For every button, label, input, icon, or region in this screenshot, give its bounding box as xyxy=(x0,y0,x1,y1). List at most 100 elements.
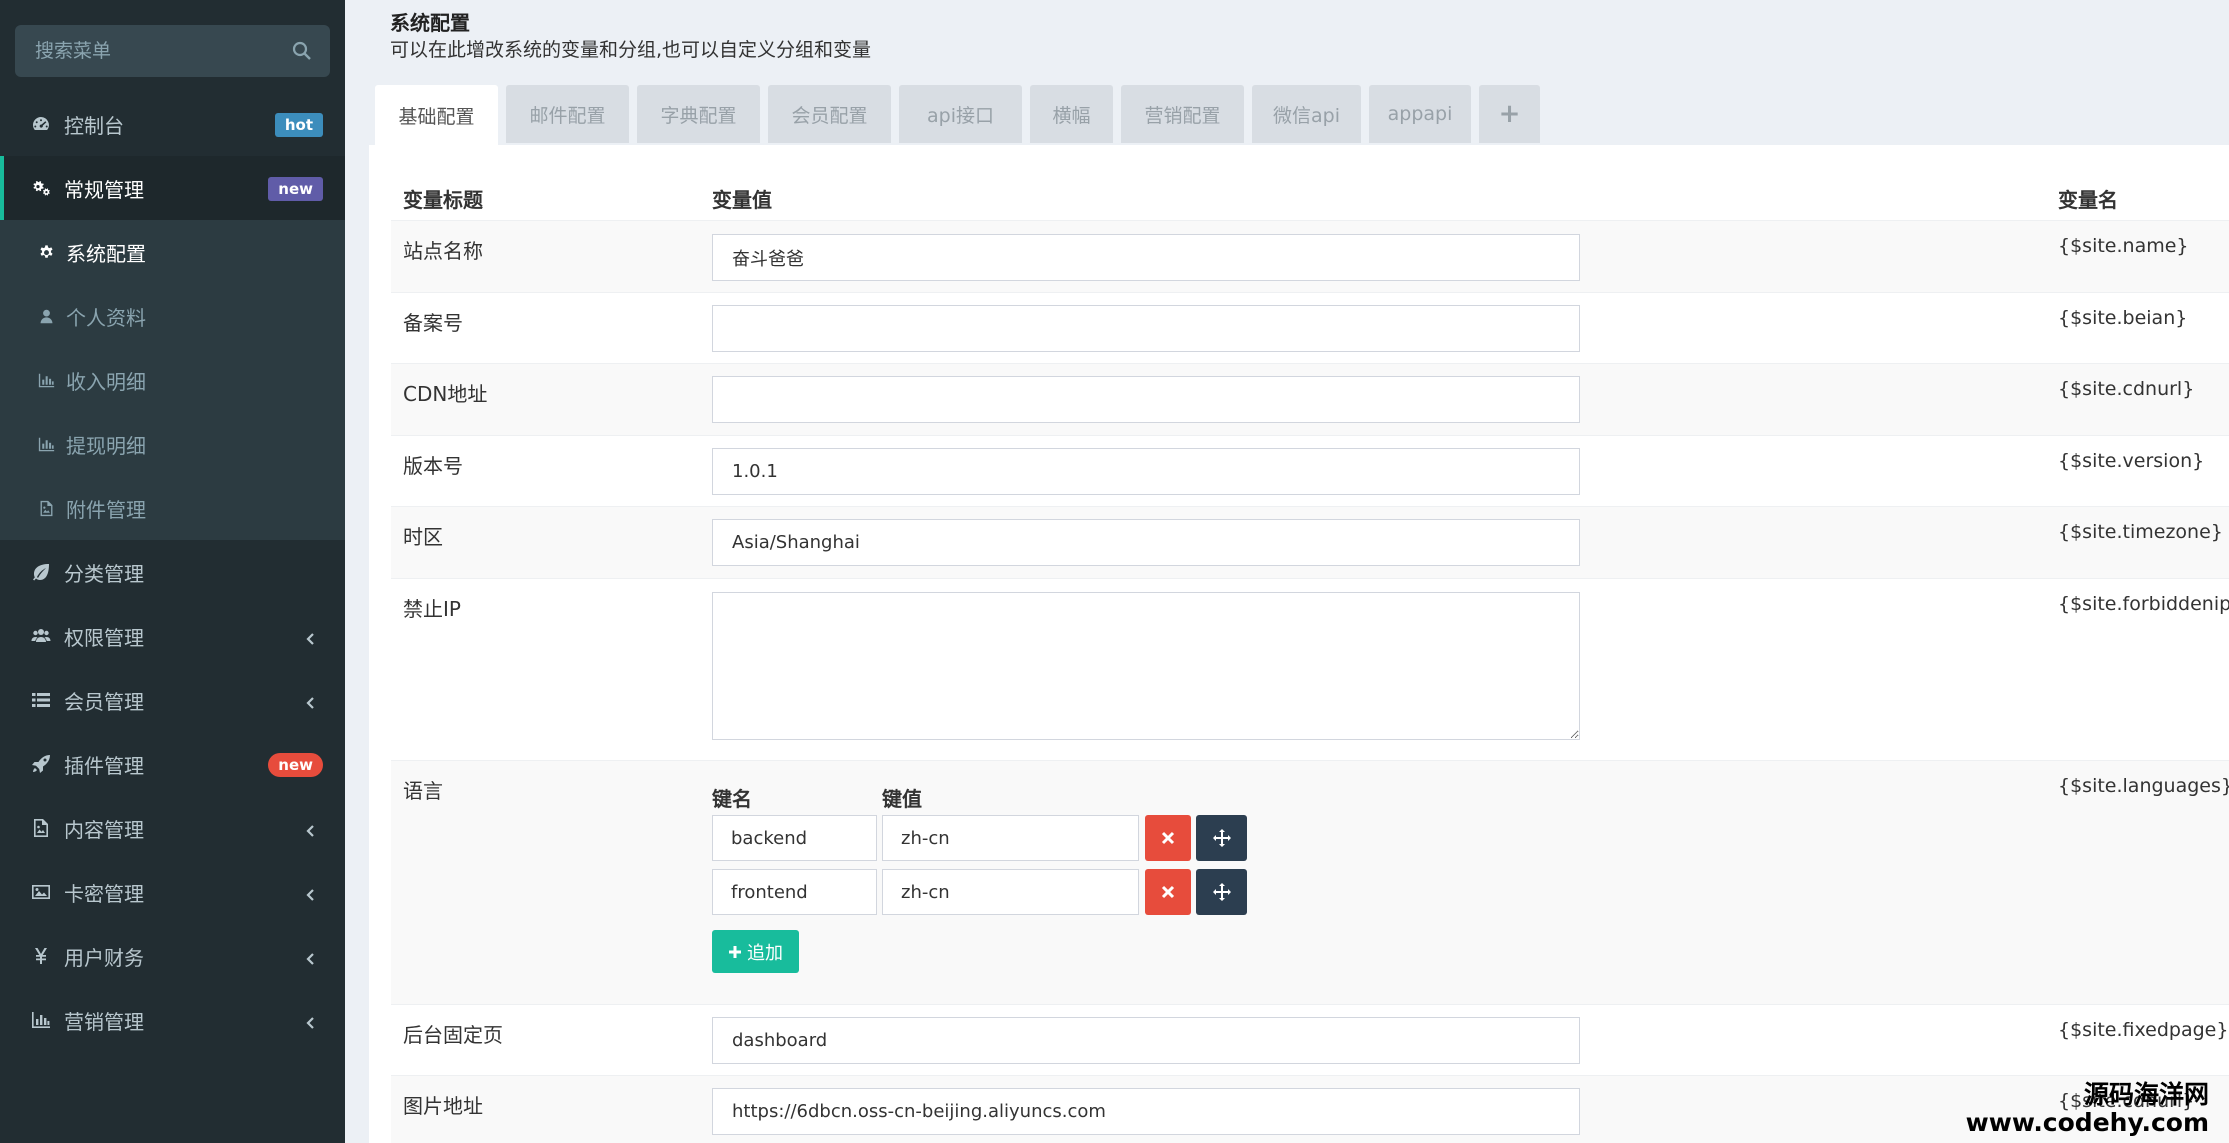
language-value-input[interactable] xyxy=(882,869,1139,915)
users-icon xyxy=(30,625,52,647)
column-header-name: 变量名 xyxy=(2058,188,2118,212)
sidebar-subitem-label: 附件管理 xyxy=(66,497,146,522)
table-row: 时区 {$site.timezone} xyxy=(391,506,2229,578)
search-icon[interactable] xyxy=(292,41,312,61)
forbidden-ip-textarea[interactable] xyxy=(712,592,1580,740)
cdn-url-input[interactable] xyxy=(712,376,1580,423)
config-panel: 基础配置 邮件配置 字典配置 会员配置 api接口 横幅 营销配置 微信api … xyxy=(369,85,2229,1143)
timezone-input[interactable] xyxy=(712,519,1580,566)
sidebar-item-category[interactable]: 分类管理 xyxy=(0,540,345,604)
chevron-left-icon xyxy=(305,628,317,645)
tab-appapi[interactable]: appapi xyxy=(1369,85,1471,143)
config-table: 变量标题 变量值 变量名 站点名称 {$site.name} 备案号 {$sit… xyxy=(391,170,2229,1143)
close-icon xyxy=(1161,885,1175,899)
add-tab-button[interactable]: + xyxy=(1479,85,1540,143)
delete-pair-button[interactable] xyxy=(1145,815,1191,861)
language-value-input[interactable] xyxy=(882,815,1139,861)
sidebar-subitem-label: 收入明细 xyxy=(66,369,146,394)
cogs-icon xyxy=(30,177,52,199)
chevron-left-icon xyxy=(305,884,317,901)
sidebar-subitem-label: 系统配置 xyxy=(66,241,146,266)
language-key-input[interactable] xyxy=(712,815,877,861)
tab-bar: 基础配置 邮件配置 字典配置 会员配置 api接口 横幅 营销配置 微信api … xyxy=(369,85,2229,145)
sidebar-subitem-withdraw[interactable]: 提现明细 xyxy=(0,412,345,476)
tab-basic[interactable]: 基础配置 xyxy=(375,85,498,145)
sidebar-item-content[interactable]: 内容管理 xyxy=(0,796,345,860)
row-label: 语言 xyxy=(403,779,443,803)
sidebar-item-cards[interactable]: 卡密管理 xyxy=(0,860,345,924)
append-pair-button[interactable]: 追加 xyxy=(712,930,799,973)
sidebar-item-general[interactable]: 常规管理 new xyxy=(0,156,345,220)
language-key-input[interactable] xyxy=(712,869,877,915)
sidebar-item-plugins[interactable]: 插件管理 new xyxy=(0,732,345,796)
sidebar-subitem-system-config[interactable]: 系统配置 xyxy=(0,220,345,284)
value-column-header: 键值 xyxy=(882,787,922,811)
tab-email[interactable]: 邮件配置 xyxy=(506,85,629,143)
append-label: 追加 xyxy=(747,942,783,964)
tab-api[interactable]: api接口 xyxy=(899,85,1022,143)
column-header-value: 变量值 xyxy=(712,188,772,212)
variable-name: {$site.cdnurl} xyxy=(2058,378,2195,400)
bar-chart-icon xyxy=(30,1009,52,1031)
delete-pair-button[interactable] xyxy=(1145,869,1191,915)
gear-icon xyxy=(36,242,56,262)
sidebar-subitem-attachments[interactable]: 附件管理 xyxy=(0,476,345,540)
close-icon xyxy=(1161,831,1175,845)
row-label: 后台固定页 xyxy=(403,1023,503,1047)
tab-wechat-api[interactable]: 微信api xyxy=(1252,85,1361,143)
sidebar-search xyxy=(15,25,330,77)
sidebar-item-dashboard[interactable]: 控制台 hot xyxy=(0,92,345,156)
tab-dictionary[interactable]: 字典配置 xyxy=(637,85,760,143)
table-row: 语言 键名 键值 backend zh-cn frontend zh-cn 追加… xyxy=(391,760,2229,1004)
sidebar-item-marketing[interactable]: 营销管理 xyxy=(0,988,345,1052)
variable-name: {$site.version} xyxy=(2058,450,2205,472)
column-header-title: 变量标题 xyxy=(403,188,483,212)
search-input[interactable] xyxy=(15,25,285,77)
file-image-icon xyxy=(36,498,56,518)
image-icon xyxy=(30,881,52,903)
sidebar-item-finance[interactable]: 用户财务 xyxy=(0,924,345,988)
bar-chart-icon xyxy=(36,434,56,454)
sidebar: 控制台 hot 常规管理 new 系统配置 个人资料 收入明细 xyxy=(0,0,345,1143)
sidebar-item-members[interactable]: 会员管理 xyxy=(0,668,345,732)
table-header: 变量标题 变量值 变量名 xyxy=(391,170,2229,220)
row-label: CDN地址 xyxy=(403,382,488,406)
tab-member[interactable]: 会员配置 xyxy=(768,85,891,143)
row-label: 时区 xyxy=(403,525,443,549)
row-label: 备案号 xyxy=(403,311,463,335)
user-icon xyxy=(36,306,56,326)
sidebar-subitem-label: 个人资料 xyxy=(66,305,146,330)
sidebar-item-permissions[interactable]: 权限管理 xyxy=(0,604,345,668)
table-row: 禁止IP {$site.forbiddenip} xyxy=(391,578,2229,760)
chevron-left-icon xyxy=(305,1012,317,1029)
table-row: 图片地址 {$site.cdnurl} xyxy=(391,1075,2229,1143)
sidebar-item-label: 权限管理 xyxy=(64,625,144,650)
sidebar-menu: 控制台 hot 常规管理 new 系统配置 个人资料 收入明细 提现明细 附件管… xyxy=(0,92,345,1052)
tab-banner[interactable]: 横幅 xyxy=(1030,85,1113,143)
table-row: 后台固定页 {$site.fixedpage} xyxy=(391,1004,2229,1075)
variable-name: {$site.name} xyxy=(2058,235,2189,257)
watermark-line2: www.codehy.com xyxy=(1965,1108,2209,1137)
page-title: 系统配置 xyxy=(390,11,470,35)
sidebar-subitem-profile[interactable]: 个人资料 xyxy=(0,284,345,348)
site-name-input[interactable] xyxy=(712,234,1580,281)
sidebar-item-label: 控制台 xyxy=(64,113,124,138)
leaf-icon xyxy=(30,561,52,583)
chevron-left-icon xyxy=(305,692,317,709)
fixed-page-input[interactable] xyxy=(712,1017,1580,1064)
tab-marketing[interactable]: 营销配置 xyxy=(1121,85,1244,143)
sidebar-item-label: 营销管理 xyxy=(64,1009,144,1034)
sidebar-item-label: 用户财务 xyxy=(64,945,144,970)
drag-pair-button[interactable] xyxy=(1196,869,1247,915)
version-input[interactable] xyxy=(712,448,1580,495)
file-image-icon xyxy=(30,817,52,839)
hot-badge: hot xyxy=(274,113,323,137)
sidebar-subitem-income[interactable]: 收入明细 xyxy=(0,348,345,412)
chevron-left-icon xyxy=(305,820,317,837)
sidebar-subitem-label: 提现明细 xyxy=(66,433,146,458)
image-url-input[interactable] xyxy=(712,1088,1580,1135)
beian-input[interactable] xyxy=(712,305,1580,352)
main-content: 系统配置 可以在此增改系统的变量和分组,也可以自定义分组和变量 基础配置 邮件配… xyxy=(345,0,2229,1143)
drag-pair-button[interactable] xyxy=(1196,815,1247,861)
new-badge: new xyxy=(268,753,323,777)
